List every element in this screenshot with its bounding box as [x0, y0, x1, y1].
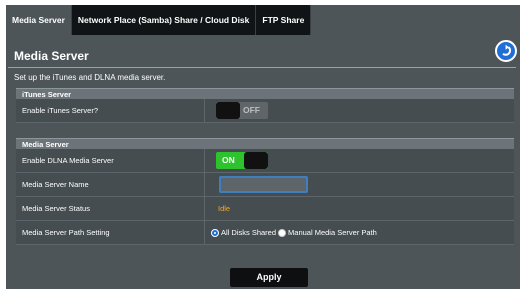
dlna-toggle-text: ON: [222, 155, 235, 165]
page-title: Media Server: [14, 49, 89, 63]
all-disks-radio[interactable]: [211, 228, 219, 237]
server-status-row: Media Server Status Idle: [16, 197, 514, 221]
itunes-toggle-text: OFF: [243, 105, 260, 115]
row-divider: [204, 197, 205, 220]
tab-network-place-share[interactable]: Network Place (Samba) Share / Cloud Disk: [71, 5, 257, 35]
manual-path-label[interactable]: Manual Media Server Path: [288, 228, 377, 237]
path-setting-row: Media Server Path Setting All Disks Shar…: [16, 221, 514, 245]
dlna-row: Enable DLNA Media Server ON: [16, 149, 514, 173]
server-status-label: Media Server Status: [22, 204, 90, 213]
server-status-value: Idle: [218, 204, 231, 213]
row-divider: [204, 173, 205, 196]
path-setting-label: Media Server Path Setting: [22, 228, 110, 237]
row-divider: [204, 99, 205, 122]
divider: [8, 67, 516, 68]
page-description: Set up the iTunes and DLNA media server.: [14, 73, 166, 82]
media-server-panel: Media Server Network Place (Samba) Share…: [6, 5, 520, 289]
dlna-label: Enable DLNA Media Server: [22, 156, 114, 165]
itunes-enable-row: Enable iTunes Server? OFF: [16, 99, 514, 123]
back-button[interactable]: [495, 40, 517, 62]
row-divider: [204, 221, 205, 244]
itunes-enable-label: Enable iTunes Server?: [22, 106, 99, 115]
itunes-toggle[interactable]: OFF: [216, 102, 268, 119]
all-disks-label[interactable]: All Disks Shared: [221, 228, 276, 237]
tab-bar: Media Server Network Place (Samba) Share…: [6, 5, 312, 35]
itunes-section-header: iTunes Server: [16, 88, 514, 99]
toggle-knob: [216, 102, 240, 119]
back-arrow-icon: [502, 44, 512, 56]
server-name-row: Media Server Name: [16, 173, 514, 197]
tab-media-server[interactable]: Media Server: [6, 5, 72, 35]
dlna-toggle[interactable]: ON: [216, 152, 268, 169]
server-name-input[interactable]: [219, 176, 308, 193]
tab-ftp-share[interactable]: FTP Share: [256, 5, 312, 35]
apply-button[interactable]: Apply: [230, 268, 308, 287]
manual-path-radio[interactable]: [278, 228, 287, 237]
media-section-header: Media Server: [16, 138, 514, 149]
toggle-knob: [244, 152, 268, 169]
server-name-label: Media Server Name: [22, 180, 89, 189]
row-divider: [204, 149, 205, 172]
title-bar: Media Server: [6, 35, 520, 69]
path-radio-group: All Disks Shared Manual Media Server Pat…: [211, 221, 379, 244]
